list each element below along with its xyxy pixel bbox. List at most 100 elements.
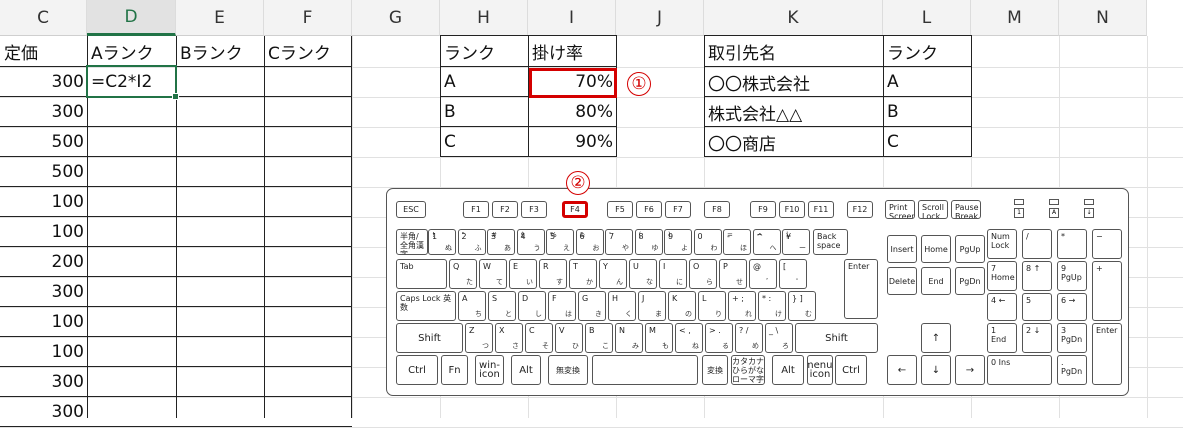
key-label: F5 [615,205,625,214]
key-kana-label: れ [745,310,752,318]
numpad-key: 9 PgUp [1057,261,1087,291]
price-cell[interactable]: 100 [0,217,87,247]
main-header-cell[interactable]: 定価 [0,36,87,67]
rate-header-cell[interactable]: ランク [440,36,528,67]
key-label: S [492,294,498,303]
column-header-i[interactable]: I [528,0,616,36]
key-label: → [965,364,975,376]
column-header-h[interactable]: H [440,0,528,36]
price-cell[interactable]: 300 [0,367,87,397]
cell-border [0,336,352,337]
gridline-horizontal [0,397,1183,398]
key-kana-label: り [715,310,722,318]
key-kana-label: よ [681,244,688,252]
key-label: Enter [848,262,870,271]
column-header-c[interactable]: C [0,0,87,36]
key-label: 変換 [707,365,723,375]
key-kana-label: て [496,278,503,286]
price-cell[interactable]: 200 [0,247,87,277]
key-label: Fn [448,364,461,376]
key-label: 3 PgDn [1061,326,1083,344]
column-header-n[interactable]: N [1059,0,1147,36]
column-header-k[interactable]: K [704,0,883,36]
key-label: C [529,326,535,335]
cell-border [440,36,441,157]
bottom-row-key: 変換 [702,355,728,385]
cell-border [351,36,352,418]
key-label: Caps Lock 英数 [400,294,452,312]
rate-value-cell[interactable]: 80% [528,97,616,127]
column-header-d[interactable]: D [87,0,176,36]
z-row-key: Nみ [615,323,643,353]
key-label: T [573,262,578,271]
main-header-cell[interactable]: Bランク [176,36,264,67]
rate-value-cell[interactable]: 90% [528,127,616,157]
price-cell[interactable]: 500 [0,127,87,157]
client-name-cell[interactable]: 〇〇株式会社 [704,67,883,97]
price-cell[interactable]: 100 [0,337,87,367]
key-kana-label: そ [542,342,549,350]
client-rank-cell[interactable]: B [883,97,971,127]
numpad-key: − [1092,229,1122,259]
key-label: win-icon [479,360,500,380]
column-header-e[interactable]: E [176,0,264,36]
nav-key: Home [921,235,951,263]
key-shift-label: | [786,231,789,239]
key-label: Shift [825,332,848,344]
client-header-cell[interactable]: 取引先名 [704,36,883,67]
numpad-key: 6 → [1057,293,1087,321]
rate-rank-cell[interactable]: C [440,127,528,157]
key-label: Home [924,244,948,254]
number-row-key: 1 ぬ! [428,229,456,255]
numpad-key: 3 PgDn [1057,323,1087,353]
key-shift-label: ~ [756,231,763,239]
cell-border [0,426,352,427]
key-label: Z [469,326,475,335]
column-header-g[interactable]: G [352,0,440,36]
a-row-key: Aち [458,291,486,321]
cell-border [0,186,352,187]
key-kana-label: ほ [740,244,747,252]
number-row-key: 7 や ' [605,229,633,255]
fill-handle[interactable] [172,93,179,100]
price-cell[interactable]: 500 [0,157,87,187]
key-shift-label: " [461,231,465,239]
price-cell[interactable]: 300 [0,67,87,97]
client-name-cell[interactable]: 〇〇商店 [704,127,883,157]
price-cell[interactable]: 100 [0,307,87,337]
f5-key: F5 [607,201,633,218]
price-cell[interactable]: 300 [0,97,87,127]
rate-rank-cell[interactable]: B [440,97,528,127]
number-row-key: 9 よ) [664,229,692,255]
rate-header-cell[interactable]: 掛け率 [528,36,616,67]
price-cell[interactable]: 300 [0,397,87,427]
key-label: Pause Break [955,203,979,219]
key-label: Q [453,262,460,271]
rate-rank-cell[interactable]: A [440,67,528,97]
a-row-key: * :け [758,291,786,321]
number-row-key: - ほ = [723,229,751,255]
column-header-l[interactable]: L [883,0,971,36]
key-label: 9 PgUp [1061,264,1082,282]
z-row-key: Xさ [495,323,523,353]
key-label: F10 [784,205,800,214]
column-header-j[interactable]: J [616,0,704,36]
number-row-key: 8 ゆ( [634,229,663,255]
client-rank-cell[interactable]: C [883,127,971,157]
main-header-cell[interactable]: Aランク [87,36,176,67]
esc-key: ESC [396,201,426,218]
key-label: J [642,294,645,303]
main-header-cell[interactable]: Cランク [264,36,352,67]
number-row-key: ¥ ー | [782,229,810,255]
client-name-cell[interactable]: 株式会社△△ [704,97,883,127]
column-header-f[interactable]: F [264,0,352,36]
column-header-m[interactable]: M [971,0,1059,36]
price-cell[interactable]: 300 [0,277,87,307]
cell-border [0,396,352,397]
key-label: 半角/全角漢字 [400,232,424,255]
price-cell[interactable]: 100 [0,187,87,217]
client-header-cell[interactable]: ランク [883,36,971,67]
cell-border [704,66,972,67]
client-rank-cell[interactable]: A [883,67,971,97]
led-label: ↓ [1084,208,1094,218]
